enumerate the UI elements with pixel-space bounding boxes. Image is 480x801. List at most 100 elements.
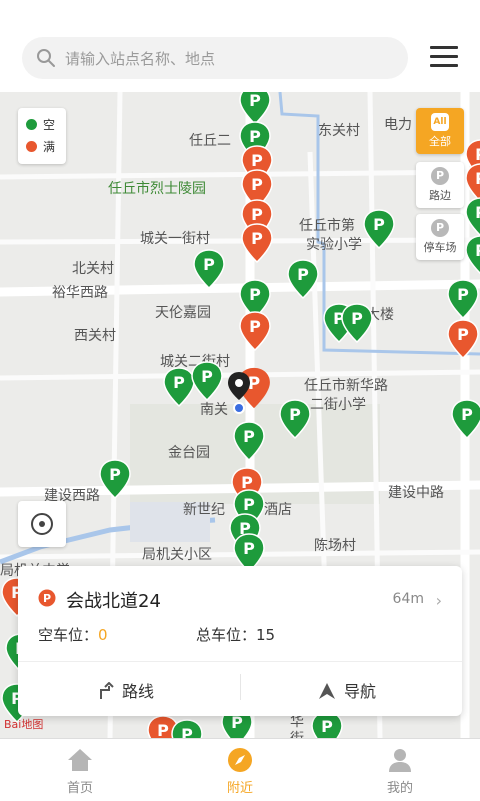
- map-label: 金台园: [168, 445, 210, 461]
- parking-info-card[interactable]: P 会战北道24 64m › 空车位：0 总车位：15 路线 导航: [18, 566, 462, 716]
- parking-distance: 64m: [392, 591, 424, 607]
- svg-text:P: P: [297, 265, 309, 284]
- map-label: 任丘市第: [299, 218, 355, 234]
- parking-free-marker-icon[interactable]: P: [192, 248, 226, 290]
- top-bar: 请输入站点名称、地点: [0, 0, 480, 92]
- parking-full-marker-icon[interactable]: P: [446, 318, 480, 360]
- parking-free-marker-icon[interactable]: P: [340, 302, 374, 344]
- map-label: 新世纪: [183, 502, 225, 518]
- current-location-pin-icon: [228, 372, 250, 414]
- svg-text:P: P: [201, 367, 213, 386]
- filter-parking-lot-button[interactable]: P 停车场: [416, 214, 464, 260]
- route-button[interactable]: 路线: [96, 678, 154, 702]
- total-spaces: 总车位：15: [196, 626, 276, 644]
- svg-text:P: P: [351, 309, 363, 328]
- parking-free-marker-icon[interactable]: P: [232, 420, 266, 462]
- svg-text:P: P: [249, 285, 261, 304]
- svg-text:P: P: [173, 373, 185, 392]
- map-label: 任丘市烈士陵园: [108, 181, 206, 197]
- map-label: 任丘二: [189, 133, 231, 149]
- free-spaces: 空车位：0: [38, 626, 108, 644]
- map-label: 酒店: [264, 502, 292, 518]
- free-dot-icon: [26, 119, 37, 130]
- svg-text:P: P: [249, 92, 261, 110]
- locate-button[interactable]: [18, 501, 66, 547]
- navigate-button[interactable]: 导航: [318, 678, 376, 702]
- map-label: 北关村: [72, 261, 114, 277]
- search-bar[interactable]: 请输入站点名称、地点: [22, 37, 408, 79]
- map-label: 东关村: [318, 123, 360, 139]
- map-label: 建设中路: [388, 485, 444, 501]
- parking-free-marker-icon[interactable]: P: [464, 234, 480, 276]
- navigation-arrow-icon: [319, 683, 335, 699]
- svg-text:P: P: [243, 539, 255, 558]
- search-placeholder[interactable]: 请输入站点名称、地点: [65, 48, 215, 69]
- compass-icon: [228, 748, 252, 772]
- search-icon: [37, 49, 55, 67]
- parking-free-marker-icon[interactable]: P: [362, 208, 396, 250]
- svg-text:P: P: [243, 427, 255, 446]
- svg-text:P: P: [457, 285, 469, 304]
- chevron-right-icon[interactable]: ›: [436, 591, 442, 610]
- svg-text:P: P: [181, 725, 193, 738]
- svg-text:P: P: [321, 717, 333, 736]
- map-label: 城关一街村: [140, 231, 210, 247]
- svg-text:P: P: [203, 255, 215, 274]
- all-icon: All: [431, 113, 449, 131]
- map-label: 陈场村: [314, 538, 356, 554]
- map-label: 天伦嘉园: [155, 305, 211, 321]
- map-label: 任丘市新华路: [304, 378, 388, 394]
- svg-text:P: P: [461, 405, 473, 424]
- svg-text:P: P: [475, 169, 480, 188]
- map-label: 电力: [384, 117, 412, 133]
- bottom-nav: 首页 附近 我的: [0, 738, 480, 800]
- map-label: 南关: [200, 402, 228, 418]
- parking-free-marker-icon[interactable]: P: [464, 196, 480, 238]
- card-vertical-divider: [240, 674, 241, 700]
- svg-text:P: P: [457, 325, 469, 344]
- parking-free-marker-icon[interactable]: P: [190, 360, 224, 402]
- parking-free-marker-icon[interactable]: P: [170, 718, 204, 738]
- svg-text:P: P: [43, 592, 51, 605]
- svg-text:P: P: [109, 465, 121, 484]
- tab-profile[interactable]: 我的: [320, 739, 480, 801]
- parking-free-marker-icon[interactable]: P: [278, 398, 312, 440]
- filter-all-button[interactable]: All 全部: [416, 108, 464, 154]
- legend-full: 满: [26, 138, 55, 158]
- route-icon: [100, 681, 114, 699]
- parking-full-marker-icon[interactable]: P: [240, 222, 274, 264]
- svg-text:P: P: [475, 241, 480, 260]
- map-label: 街: [290, 728, 304, 738]
- svg-text:P: P: [157, 721, 169, 738]
- legend-free: 空: [26, 116, 55, 136]
- svg-text:P: P: [251, 175, 263, 194]
- map-label: 裕华西路: [52, 285, 108, 301]
- svg-text:P: P: [251, 229, 263, 248]
- svg-text:P: P: [373, 215, 385, 234]
- card-divider: [18, 661, 462, 662]
- svg-text:P: P: [289, 405, 301, 424]
- map-legend: 空 满: [18, 108, 66, 164]
- svg-text:P: P: [475, 203, 480, 222]
- tab-home[interactable]: 首页: [0, 739, 160, 801]
- parking-full-marker-icon[interactable]: P: [238, 310, 272, 352]
- parking-name: 会战北道24: [66, 591, 161, 612]
- parking-free-marker-icon[interactable]: P: [98, 458, 132, 500]
- map-label: 西关村: [74, 328, 116, 344]
- filter-roadside-button[interactable]: P 路边: [416, 162, 464, 208]
- user-icon: [389, 749, 411, 772]
- parking-icon: P: [431, 219, 449, 237]
- home-icon: [68, 749, 92, 771]
- parking-pin-icon: P: [38, 589, 56, 607]
- tab-nearby[interactable]: 附近: [160, 739, 320, 801]
- map-label: 二街小学: [310, 397, 366, 413]
- hamburger-menu-icon[interactable]: [430, 46, 458, 68]
- map-label: 局机关小区: [142, 547, 212, 563]
- parking-free-marker-icon[interactable]: P: [446, 278, 480, 320]
- map-label: 实验小学: [306, 237, 362, 253]
- map-logo: Bai地图: [4, 718, 44, 731]
- parking-free-marker-icon[interactable]: P: [450, 398, 480, 440]
- full-dot-icon: [26, 141, 37, 152]
- parking-icon: P: [431, 167, 449, 185]
- parking-free-marker-icon[interactable]: P: [286, 258, 320, 300]
